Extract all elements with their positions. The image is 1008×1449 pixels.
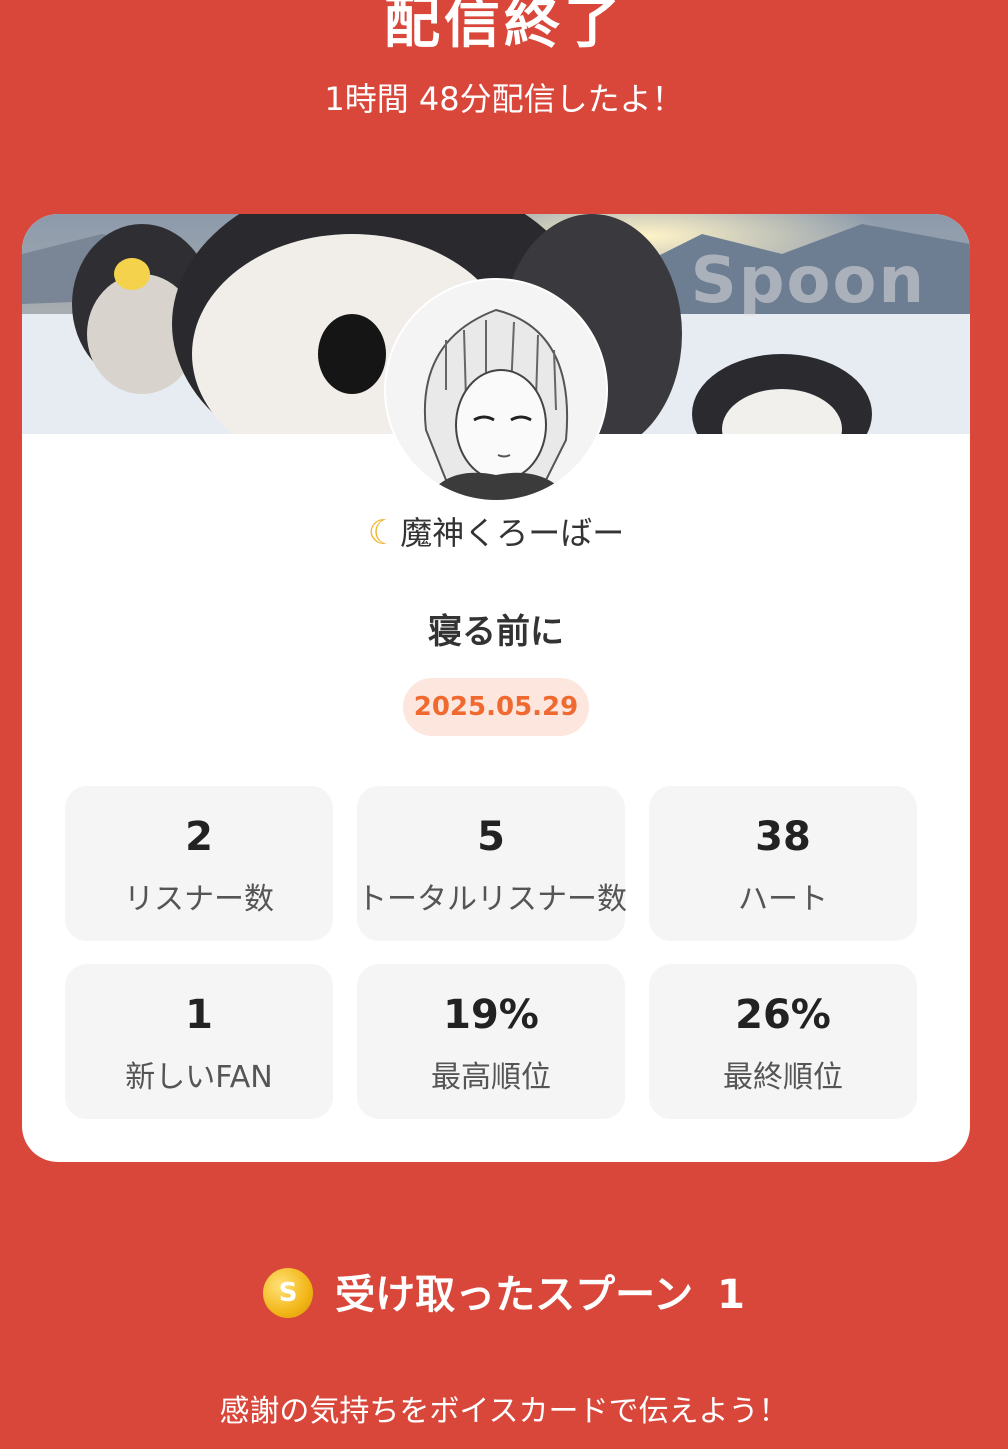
stream-title: 寝る前に xyxy=(428,612,564,652)
username[interactable]: ☾魔神くろーばー xyxy=(22,508,970,554)
stat-highest-rank: 19% 最高順位 xyxy=(357,964,625,1119)
stat-value: 1 xyxy=(185,992,213,1038)
received-spoons: S 受け取ったスプーン 1 xyxy=(0,1262,1008,1322)
stat-listeners: 2 リスナー数 xyxy=(65,786,333,941)
voice-card-prompt: 感謝の気持ちをボイスカードで伝えよう！ xyxy=(219,1394,789,1429)
received-spoons-label: 受け取ったスプーン xyxy=(335,1272,694,1318)
stat-hearts: 38 ハート xyxy=(649,786,917,941)
username-text: 魔神くろーばー xyxy=(400,514,625,552)
stat-label: 新しいFAN xyxy=(125,1060,273,1095)
date-badge: 2025.05.29 xyxy=(403,678,589,736)
stats-grid: 2 リスナー数 5 トータルリスナー数 38 ハート 1 新しいFAN 19% … xyxy=(65,786,917,1119)
stat-value: 5 xyxy=(477,814,505,860)
stat-label: 最高順位 xyxy=(431,1060,551,1095)
stat-new-fans: 1 新しいFAN xyxy=(65,964,333,1119)
stat-total-listeners: 5 トータルリスナー数 xyxy=(357,786,627,941)
stream-summary-card: Spoon ☾魔神くろーばー 寝る前に 2025.05.29 2 リスナー数 5… xyxy=(22,214,970,1162)
spoon-coin-icon: S xyxy=(263,1268,314,1318)
received-spoons-count: 1 xyxy=(717,1272,745,1318)
stream-duration-text: 1時間 48分配信したよ！ xyxy=(324,80,684,118)
page-title: 配信終了 xyxy=(384,0,624,56)
stat-value: 19% xyxy=(443,992,539,1038)
stat-label: ハート xyxy=(738,882,828,917)
stat-label: リスナー数 xyxy=(124,882,274,917)
stat-label: トータルリスナー数 xyxy=(357,882,627,917)
stat-value: 26% xyxy=(735,992,831,1038)
stat-final-rank: 26% 最終順位 xyxy=(649,964,917,1119)
stat-value: 2 xyxy=(185,814,213,860)
crescent-moon-icon: ☾ xyxy=(367,513,399,553)
stat-label: 最終順位 xyxy=(723,1060,843,1095)
avatar[interactable] xyxy=(386,280,606,500)
stat-value: 38 xyxy=(755,814,811,860)
spoon-watermark: Spoon xyxy=(690,244,926,318)
